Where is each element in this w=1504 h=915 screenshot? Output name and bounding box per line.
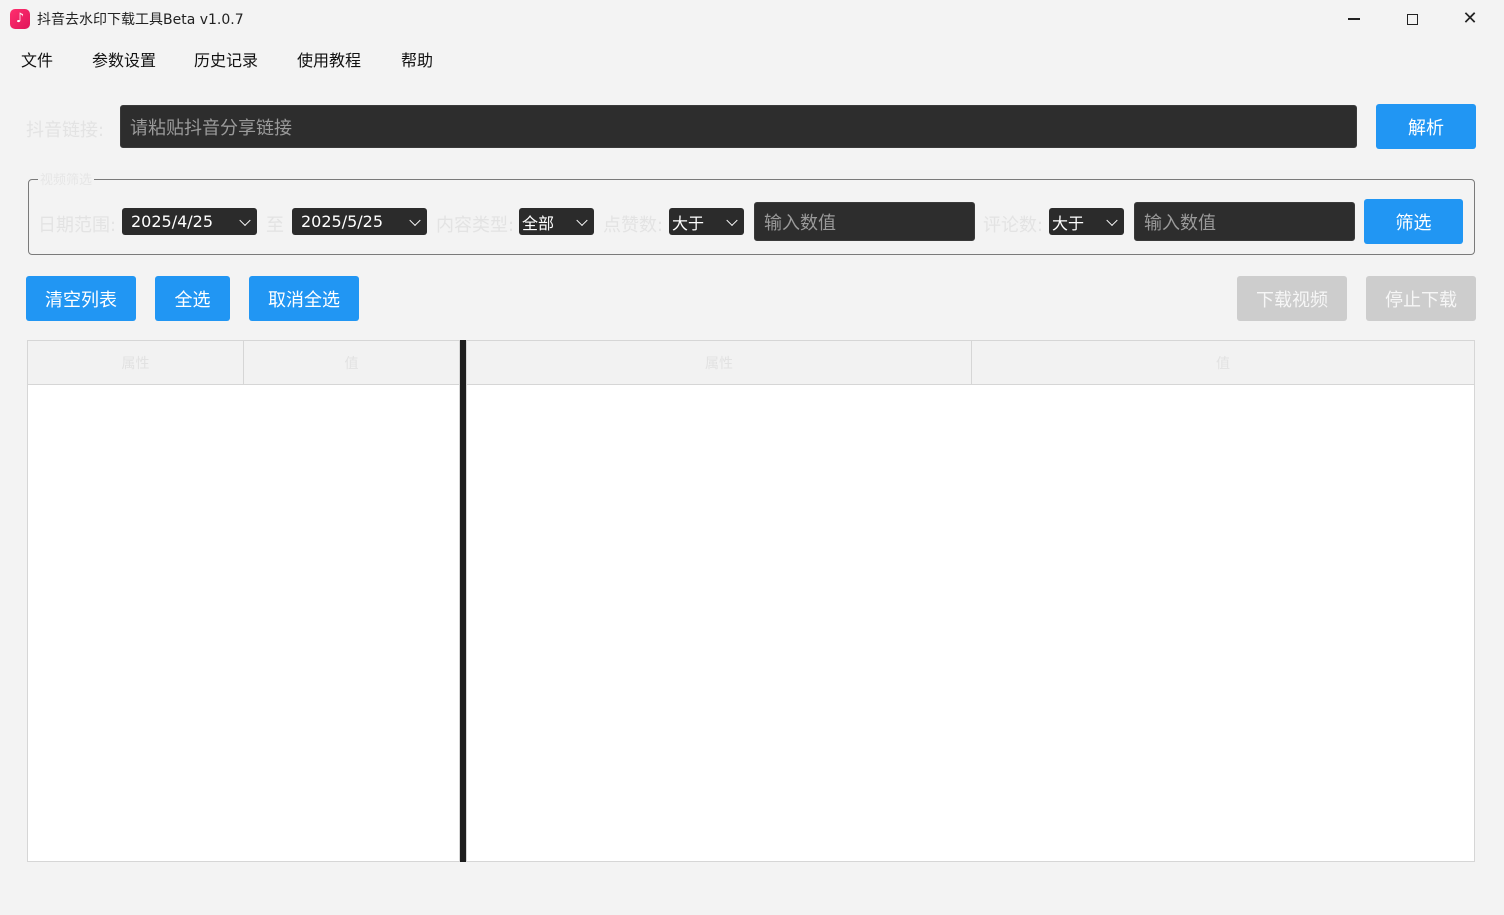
minimize-button[interactable] (1325, 0, 1383, 38)
parse-button[interactable]: 解析 (1376, 104, 1476, 149)
video-list-table[interactable]: 属性 值 (27, 340, 460, 862)
select-all-button[interactable]: 全选 (155, 276, 230, 321)
likes-label: 点赞数: (603, 215, 664, 236)
chevron-down-icon (1106, 214, 1118, 226)
date-to-value: 2025/5/25 (301, 212, 384, 231)
likes-operator-value: 大于 (672, 213, 705, 233)
menu-help[interactable]: 帮助 (401, 47, 433, 71)
download-video-button[interactable]: 下载视频 (1237, 276, 1347, 321)
date-to-label: 至 (266, 215, 284, 236)
menu-file[interactable]: 文件 (21, 47, 53, 71)
likes-input[interactable]: 输入数值 (754, 202, 975, 241)
content-type-select[interactable]: 全部 (519, 208, 594, 235)
window-title: 抖音去水印下载工具Beta v1.0.7 (37, 12, 244, 28)
content-type-label: 内容类型: (436, 215, 515, 236)
menu-history[interactable]: 历史记录 (194, 47, 258, 71)
tiktok-note-icon: ♪ (10, 9, 30, 29)
date-range-label: 日期范围: (38, 215, 117, 236)
video-detail-table[interactable]: 属性 值 (466, 340, 1475, 862)
likes-operator-select[interactable]: 大于 (669, 208, 744, 235)
menu-settings[interactable]: 参数设置 (92, 47, 156, 71)
maximize-icon (1406, 13, 1418, 25)
deselect-all-button[interactable]: 取消全选 (249, 276, 359, 321)
comments-operator-value: 大于 (1052, 213, 1085, 233)
filter-button[interactable]: 筛选 (1364, 199, 1463, 244)
column-header-attribute[interactable]: 属性 (467, 341, 972, 385)
link-label: 抖音链接: (26, 120, 105, 141)
chevron-down-icon (409, 214, 421, 226)
date-from-picker[interactable]: 2025/4/25 (122, 208, 257, 235)
comments-operator-select[interactable]: 大于 (1049, 208, 1124, 235)
column-header-value[interactable]: 值 (244, 341, 459, 385)
content-type-value: 全部 (522, 213, 555, 233)
comments-label: 评论数: (983, 215, 1044, 236)
maximize-button[interactable] (1383, 0, 1441, 38)
video-filter-title: 视频筛选 (38, 169, 95, 188)
table-header: 属性 值 (28, 341, 459, 385)
chevron-down-icon (726, 214, 738, 226)
link-input[interactable]: 请粘贴抖音分享链接 (120, 105, 1357, 148)
clear-list-button[interactable]: 清空列表 (26, 276, 136, 321)
table-header: 属性 值 (467, 341, 1474, 385)
column-header-value[interactable]: 值 (972, 341, 1474, 385)
close-button[interactable]: ✕ (1441, 0, 1499, 38)
close-icon: ✕ (1462, 8, 1478, 29)
menu-tutorial[interactable]: 使用教程 (297, 47, 361, 71)
chevron-down-icon (239, 214, 251, 226)
stop-download-button[interactable]: 停止下载 (1366, 276, 1476, 321)
title-bar: ♪ 抖音去水印下载工具Beta v1.0.7 ✕ (0, 0, 1504, 38)
chevron-down-icon (576, 214, 588, 226)
minimize-icon (1348, 18, 1360, 20)
menu-bar: 文件 参数设置 历史记录 使用教程 帮助 (0, 38, 1504, 76)
date-from-value: 2025/4/25 (131, 212, 214, 231)
column-header-attribute[interactable]: 属性 (28, 341, 244, 385)
date-to-picker[interactable]: 2025/5/25 (292, 208, 427, 235)
app-window: ♪ 抖音去水印下载工具Beta v1.0.7 ✕ 文件 参数设置 历史记录 使用… (0, 0, 1504, 915)
comments-input[interactable]: 输入数值 (1134, 202, 1355, 241)
